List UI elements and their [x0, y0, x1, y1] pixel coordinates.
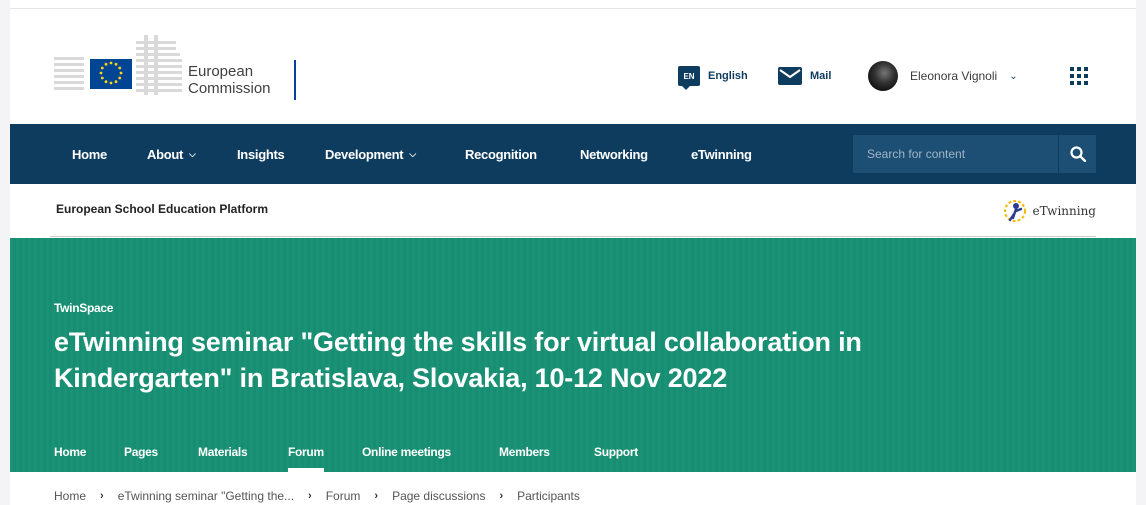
tab-pages[interactable]: Pages [124, 434, 158, 472]
ec-logo-line2: Commission [188, 80, 271, 97]
chevron-down-icon: ⌵ [189, 148, 196, 159]
tab-forum[interactable]: Forum [288, 434, 324, 472]
site-header: European Commission EN English Mail Eleo… [10, 9, 1136, 124]
tab-label: Materials [198, 445, 248, 459]
chevron-right-icon: › [100, 490, 104, 502]
chevron-down-icon: ⌵ [409, 148, 416, 159]
page-title: eTwinning seminar "Getting the skills fo… [54, 327, 862, 393]
breadcrumb-item[interactable]: eTwinning seminar "Getting the... [118, 489, 294, 503]
etwinning-logo[interactable]: eTwinning [1001, 198, 1097, 224]
chevron-down-icon: ⌄ [1009, 70, 1018, 82]
tab-members[interactable]: Members [499, 434, 550, 472]
ec-logo-line1: European [188, 63, 254, 80]
apps-menu-button[interactable] [1070, 61, 1088, 91]
page: European Commission EN English Mail Eleo… [10, 8, 1136, 505]
main-navigation: Home About ⌵ Insights Development ⌵ Reco… [10, 124, 1136, 184]
right-margin [1136, 0, 1146, 505]
nav-label: Development [325, 146, 404, 162]
left-margin [0, 0, 10, 505]
search-button[interactable] [1058, 135, 1096, 173]
nav-label: About [147, 146, 184, 162]
breadcrumb: Home › eTwinning seminar "Getting the...… [54, 489, 580, 503]
platform-title[interactable]: European School Education Platform [56, 202, 268, 216]
breadcrumb-current: Participants [517, 489, 580, 503]
nav-item-home[interactable]: Home [72, 124, 107, 184]
search-placeholder: Search for content [867, 147, 966, 161]
tab-label: Home [54, 445, 87, 459]
breadcrumb-item[interactable]: Page discussions [392, 489, 485, 503]
tab-materials[interactable]: Materials [198, 434, 248, 472]
grid-icon [1070, 67, 1088, 85]
user-menu[interactable]: Eleonora Vignoli ⌄ [868, 61, 1018, 91]
ec-logo-text: European Commission [188, 63, 271, 97]
tab-label: Online meetings [362, 445, 451, 459]
nav-item-networking[interactable]: Networking [580, 124, 648, 184]
user-avatar [868, 61, 898, 91]
tab-support[interactable]: Support [594, 434, 638, 472]
tab-label: Support [594, 445, 638, 459]
nav-item-development[interactable]: Development ⌵ [325, 124, 416, 184]
chevron-right-icon: › [374, 490, 379, 502]
ec-logo-divider [294, 60, 296, 100]
mail-icon [778, 67, 802, 85]
platform-bar: European School Education Platform eTwin… [50, 184, 1096, 237]
nav-item-about[interactable]: About ⌵ [147, 124, 196, 184]
mail-label: Mail [810, 70, 832, 82]
language-badge-icon: EN [678, 66, 700, 90]
tab-online-meetings[interactable]: Online meetings [362, 434, 451, 472]
hero-kicker: TwinSpace [54, 301, 114, 315]
user-name: Eleonora Vignoli [910, 69, 998, 83]
chevron-right-icon: › [499, 490, 504, 502]
breadcrumb-item[interactable]: Forum [326, 489, 361, 503]
nav-label: Recognition [465, 146, 537, 162]
nav-label: eTwinning [691, 146, 752, 162]
breadcrumb-item[interactable]: Home [54, 489, 86, 503]
tab-label: Pages [124, 445, 158, 459]
twinspace-hero: TwinSpace eTwinning seminar "Getting the… [10, 238, 1136, 472]
nav-label: Home [72, 146, 107, 162]
tab-label: Members [499, 445, 550, 459]
language-switcher[interactable]: EN English [678, 61, 748, 91]
search-icon [1069, 146, 1086, 162]
search-input[interactable]: Search for content [853, 135, 1058, 173]
language-code: EN [683, 71, 695, 81]
nav-label: Insights [237, 146, 285, 162]
etwinning-logo-text: eTwinning [1032, 204, 1097, 218]
mail-link[interactable]: Mail [778, 61, 831, 91]
nav-item-insights[interactable]: Insights [237, 124, 285, 184]
tab-label: Forum [288, 445, 324, 459]
nav-item-etwinning[interactable]: eTwinning [691, 124, 752, 184]
etwinning-star-icon [1003, 200, 1026, 222]
tab-home[interactable]: Home [54, 434, 86, 472]
nav-item-recognition[interactable]: Recognition [465, 124, 537, 184]
nav-label: Networking [580, 146, 648, 162]
language-label: English [708, 70, 748, 82]
chevron-right-icon: › [308, 490, 312, 502]
